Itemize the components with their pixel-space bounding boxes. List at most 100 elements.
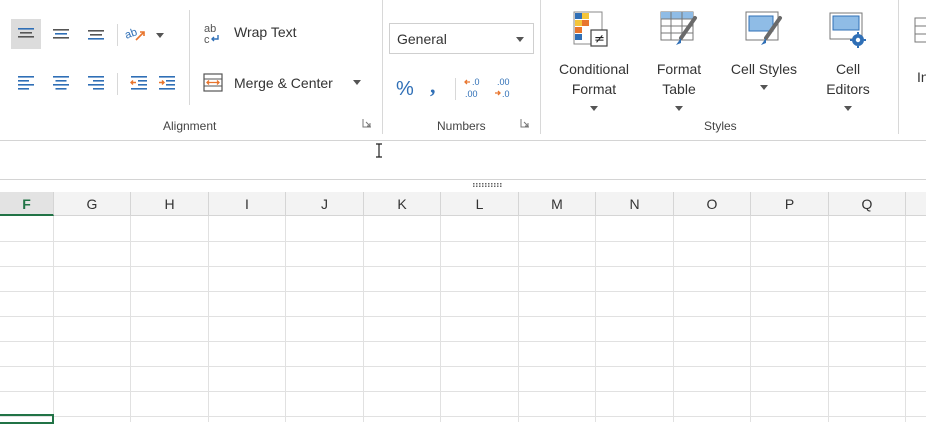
column-line — [440, 216, 441, 422]
orientation-dropdown-caret[interactable] — [156, 33, 164, 38]
separator — [117, 24, 118, 46]
column-header-P[interactable]: P — [751, 192, 829, 216]
conditional-format-button[interactable]: ≠ Conditional Format — [549, 8, 639, 118]
increase-indent-button[interactable] — [154, 68, 184, 98]
column-header-H[interactable]: H — [131, 192, 209, 216]
selected-cell[interactable] — [0, 414, 54, 424]
cell-styles-caret — [760, 85, 768, 90]
svg-text:≠: ≠ — [594, 32, 605, 47]
text-cursor-icon — [376, 143, 382, 158]
format-table-label-line1: Format — [656, 61, 702, 77]
number-format-caret — [516, 37, 524, 42]
percent-icon: % — [396, 78, 414, 100]
column-header-N[interactable]: N — [596, 192, 674, 216]
row-line — [0, 366, 926, 367]
wrap-text-label: Wrap Text — [234, 24, 297, 40]
column-header-G[interactable]: G — [54, 192, 131, 216]
align-middle-button[interactable] — [46, 19, 76, 49]
merge-center-dropdown-caret[interactable] — [353, 80, 361, 85]
column-line — [750, 216, 751, 422]
cell-editors-icon — [829, 12, 866, 48]
column-header-K[interactable]: K — [364, 192, 441, 216]
column-line — [130, 216, 131, 422]
row-line — [0, 316, 926, 317]
row-line — [0, 341, 926, 342]
alignment-dialog-launcher-icon[interactable] — [362, 118, 372, 128]
merge-center-label: Merge & Center — [234, 75, 333, 91]
column-header-L[interactable]: L — [441, 192, 519, 216]
styles-group-label: Styles — [704, 119, 737, 133]
svg-text:c: c — [204, 34, 210, 46]
column-header-O[interactable]: O — [674, 192, 751, 216]
group-separator — [382, 0, 383, 134]
conditional-format-caret — [590, 106, 598, 111]
format-table-icon — [660, 11, 697, 45]
column-header-partial[interactable] — [906, 192, 926, 216]
decrease-decimal-button[interactable]: .00 .0 — [489, 73, 519, 103]
increase-indent-icon — [159, 76, 175, 90]
cell-styles-icon — [745, 11, 782, 45]
align-center-icon — [53, 76, 69, 90]
column-line — [53, 216, 54, 422]
cell-styles-button[interactable]: Cell Styles — [724, 8, 804, 118]
svg-text:.0: .0 — [472, 77, 480, 87]
svg-text:.0: .0 — [502, 89, 510, 99]
decrease-indent-icon — [130, 76, 147, 90]
resize-grip-icon[interactable] — [473, 183, 503, 187]
alignment-group-label: Alignment — [163, 119, 217, 133]
group-separator — [898, 0, 899, 134]
increase-decimal-icon: .0 .00 — [464, 77, 480, 99]
column-line — [905, 216, 906, 422]
numbers-dialog-launcher-icon[interactable] — [520, 118, 530, 128]
align-top-icon — [18, 28, 34, 38]
align-left-button[interactable] — [11, 68, 41, 98]
column-line — [285, 216, 286, 422]
wrap-text-button[interactable]: ab c Wrap Text — [199, 18, 309, 48]
column-header-Q[interactable]: Q — [829, 192, 906, 216]
decrease-decimal-icon: .00 .0 — [495, 77, 510, 99]
text-orientation-icon: ab — [123, 26, 145, 42]
column-line — [595, 216, 596, 422]
orientation-button[interactable]: ab — [119, 19, 149, 49]
column-line — [518, 216, 519, 422]
column-header-M[interactable]: M — [519, 192, 596, 216]
merge-center-button[interactable]: Merge & Center — [199, 68, 369, 98]
cell-editors-label-line1: Cell — [835, 61, 861, 77]
column-line — [363, 216, 364, 422]
row-line — [0, 291, 926, 292]
separator — [189, 10, 190, 105]
ribbon: ab ab c Wrap Text Merge & Center Alignme… — [0, 0, 926, 141]
row-line — [0, 391, 926, 392]
align-right-icon — [88, 76, 104, 90]
align-middle-icon — [53, 29, 69, 39]
insert-icon — [914, 17, 926, 43]
column-header-J[interactable]: J — [286, 192, 364, 216]
increase-decimal-button[interactable]: .0 .00 — [459, 73, 489, 103]
column-header-F[interactable]: F — [0, 192, 54, 216]
decrease-indent-button[interactable] — [124, 68, 154, 98]
format-table-button[interactable]: Format Table — [644, 8, 714, 118]
format-table-label-line2: Table — [662, 81, 696, 97]
row-line — [0, 266, 926, 267]
align-top-button[interactable] — [11, 19, 41, 49]
number-format-value: General — [397, 31, 447, 47]
column-header-I[interactable]: I — [209, 192, 286, 216]
wrap-text-icon: ab c — [204, 23, 219, 46]
row-line — [0, 416, 926, 417]
separator — [455, 78, 456, 100]
formula-bar[interactable] — [0, 141, 926, 180]
svg-text:,: , — [430, 73, 436, 98]
insert-button[interactable]: In — [908, 8, 926, 118]
cell-editors-button[interactable]: Cell Editors — [813, 8, 883, 118]
format-table-caret — [675, 106, 683, 111]
number-format-select[interactable]: General — [389, 23, 534, 54]
percent-style-button[interactable]: % — [391, 73, 421, 103]
group-separator — [540, 0, 541, 134]
column-line — [828, 216, 829, 422]
align-right-button[interactable] — [81, 68, 111, 98]
svg-text:%: % — [396, 78, 414, 100]
align-bottom-button[interactable] — [81, 19, 111, 49]
cell-styles-label: Cell Styles — [730, 61, 798, 77]
comma-style-button[interactable]: , — [421, 73, 451, 103]
align-center-button[interactable] — [46, 68, 76, 98]
